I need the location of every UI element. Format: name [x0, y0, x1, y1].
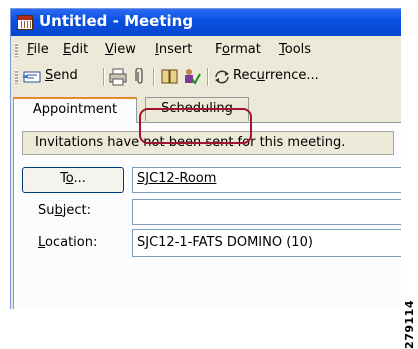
recurrence-button[interactable]: Recurrence... — [213, 67, 399, 87]
send-button[interactable]: Send — [23, 67, 101, 87]
print-icon[interactable] — [109, 68, 127, 88]
toolbar-separator — [103, 68, 105, 86]
menubar-grip[interactable] — [15, 43, 18, 57]
location-label: Location: — [38, 235, 98, 250]
toolbar-grip[interactable] — [15, 70, 18, 84]
toolbar-separator — [153, 68, 155, 86]
toolbar-separator — [207, 68, 209, 86]
subject-field[interactable] — [132, 199, 401, 225]
scheduling-tab-highlight — [139, 108, 252, 144]
menu-edit[interactable]: Edit — [63, 42, 88, 57]
calendar-icon — [17, 15, 33, 30]
location-field[interactable]: SJC12-1-FATS DOMINO (10) — [132, 229, 401, 257]
standard-toolbar: Send Recurrence... — [11, 64, 401, 90]
figure-id: 279114 — [403, 300, 416, 349]
attach-icon[interactable] — [133, 68, 147, 88]
recurrence-icon — [215, 70, 229, 84]
menu-file[interactable]: File — [27, 42, 49, 57]
to-field[interactable]: SJC12-Room — [132, 167, 401, 193]
check-names-icon[interactable] — [183, 68, 201, 88]
menu-bar: File Edit View Insert Format Tools — [11, 37, 401, 63]
recurrence-label: Recurrence... — [233, 68, 319, 83]
to-button[interactable]: To... — [22, 167, 124, 193]
address-book-icon[interactable] — [161, 68, 179, 88]
menu-view[interactable]: View — [105, 42, 136, 57]
title-bar[interactable]: Untitled - Meeting — [11, 9, 401, 36]
send-icon — [23, 71, 41, 83]
appointment-panel: Invitations have not been sent for this … — [13, 122, 401, 309]
window-title: Untitled - Meeting — [39, 12, 194, 30]
meeting-window: Untitled - Meeting File Edit View Insert… — [10, 8, 401, 309]
menu-format[interactable]: Format — [215, 42, 261, 57]
subject-label: Subject: — [38, 203, 91, 218]
tab-appointment[interactable]: Appointment — [13, 97, 137, 123]
menu-insert[interactable]: Insert — [155, 42, 192, 57]
send-label: Send — [45, 68, 78, 83]
menu-tools[interactable]: Tools — [279, 42, 311, 57]
